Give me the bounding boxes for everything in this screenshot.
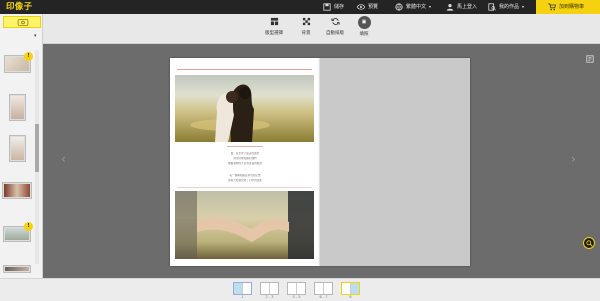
eye-icon [357,4,365,10]
save-button[interactable]: 儲存 [323,0,344,14]
wedding-photo-bottom[interactable] [175,191,314,259]
spread-label: 2 - 3 [265,295,274,299]
couple-silhouette [190,84,270,142]
layout-select-button[interactable]: 版型選擇 [260,17,288,36]
photo-sidebar: ▾ ! ! 34 [0,14,43,301]
language-label: 繁體中文 [406,4,427,10]
cart-icon [548,3,556,11]
layout-icon [270,17,278,26]
fill-photo-button[interactable]: ▣ 填照 [350,16,378,37]
app-logo[interactable]: 印像子 [6,1,32,13]
spread-label: 4 - 5 [292,295,301,299]
sidebar-menu-dots[interactable]: ▾ [34,33,37,39]
search-doc-icon [488,3,496,11]
zoom-button[interactable] [583,237,595,249]
poem-line: 愛，是世界上最美的風景 [230,152,260,155]
poem-line: 願握著你的手直到永遠的盡頭 [228,162,262,165]
divider-line [227,146,263,147]
sidebar-scrollbar-thumb[interactable] [35,124,39,172]
top-bar: 印像子 儲存 預覽 繁體中文 ▾ 馬上登入 我的作品 ▾ 加到購物車 [0,0,600,14]
divider-line [177,187,312,188]
login-button[interactable]: 馬上登入 [446,0,477,14]
spread-label: 6 - 7 [319,295,328,299]
checker-icon [302,17,310,26]
magnifier-icon [586,240,593,247]
prev-page-arrow[interactable]: ‹ [61,152,66,166]
fill-photo-icon: ▣ [357,16,371,29]
my-works-label: 我的作品 [499,4,520,10]
holding-hands-photo [175,191,314,259]
background-button[interactable]: 背景 [292,17,320,36]
add-to-cart-button[interactable]: 加到購物車 [536,0,600,14]
language-select[interactable]: 繁體中文 ▾ [395,0,431,14]
poem-line: － [243,168,247,171]
photo-thumbnail[interactable] [2,182,32,199]
auto-layout-label: 自動排版 [326,31,344,36]
layout-select-label: 版型選擇 [265,31,283,36]
spread-navigator: 1 2 - 3 4 - 5 6 - 7 8 [0,278,600,301]
warning-badge: ! [24,222,33,231]
globe-icon [395,3,403,11]
fullscreen-icon[interactable] [586,48,594,63]
warning-badge: ! [24,52,33,61]
chevron-down-icon: ▾ [429,4,432,9]
spread-thumbnail[interactable] [260,282,279,295]
upload-photo-button[interactable] [3,16,41,28]
wedding-photo-top[interactable] [175,75,314,142]
preview-button[interactable]: 預覽 [357,0,378,14]
spread-label: 1 [241,295,244,299]
editor-toolbar: 版型選擇 背景 自動排版 ▣ 填照 [43,14,600,44]
spread-thumbnail[interactable] [233,282,252,295]
photo-thumbnail[interactable] [9,135,26,162]
preview-label: 預覽 [368,4,379,10]
poem-line: 在生命裡相遇的我們 [233,157,257,160]
auto-layout-button[interactable]: 自動排版 [321,17,349,36]
next-page-arrow[interactable]: › [571,152,576,166]
fill-photo-label: 填照 [359,32,369,37]
divider-line [177,69,312,70]
chevron-down-icon: ▾ [522,4,525,9]
upload-photo-icon [17,19,29,26]
save-icon [323,3,331,11]
spread-thumbnail[interactable] [314,282,333,295]
poem-line: 每一個瞬間都是永恆的記憶 [229,174,261,177]
photo-thumbnail[interactable] [9,94,26,121]
album-page-right[interactable] [320,58,470,266]
spread-thumbnail-selected[interactable] [341,282,360,295]
poem-line: 那些光陰都化成了心中的溫柔 [228,179,262,182]
background-label: 背景 [301,31,311,36]
user-icon [446,4,454,11]
save-label: 儲存 [334,4,345,10]
photo-thumbnail[interactable] [3,265,31,273]
login-label: 馬上登入 [457,4,478,10]
spread-thumbnail[interactable] [287,282,306,295]
refresh-icon [330,18,340,25]
my-works-menu[interactable]: 我的作品 ▾ [488,0,524,14]
spread-label: 8 [349,295,352,299]
